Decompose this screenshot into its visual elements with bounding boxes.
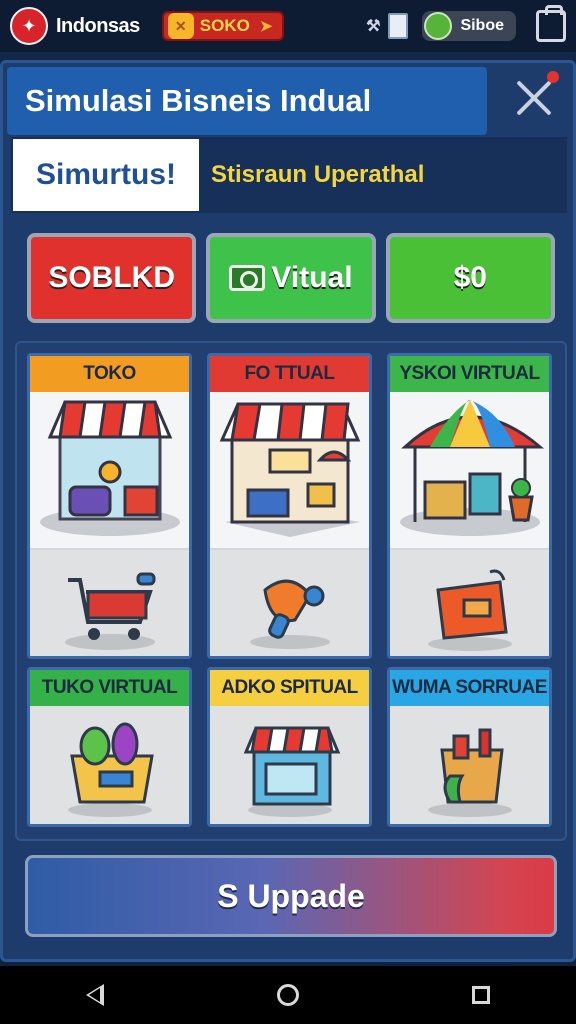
user-pill[interactable]: Siboe	[422, 11, 516, 41]
virtual-button[interactable]: Vitual	[206, 233, 376, 323]
back-icon[interactable]	[86, 984, 105, 1006]
produce-basket-icon	[30, 706, 189, 824]
grocery-bag-icon	[390, 706, 549, 824]
user-name: Siboe	[460, 17, 504, 34]
virtual-label: Vitual	[271, 261, 353, 294]
store-card-header: FO TTUAL	[210, 356, 369, 392]
cash-box-icon	[390, 550, 549, 656]
soblkd-label: SOBLKD	[48, 261, 175, 294]
shop-counter-icon	[210, 392, 369, 550]
tab-active[interactable]: Simurtus!	[13, 139, 199, 211]
user-avatar-icon	[424, 12, 453, 40]
store-card-header: TUKO VIRTUAL	[30, 670, 189, 706]
notification-dot	[547, 71, 559, 83]
store-card-header: WUMA SORRUAE	[390, 670, 549, 706]
upgrade-label: S Uppade	[217, 877, 365, 914]
store-card-tuko-virtual[interactable]: TUKO VIRTUAL	[27, 667, 192, 827]
hairdryer-icon	[210, 550, 369, 656]
store-card-header: YSKOI VIRTUAL	[390, 356, 549, 392]
store-card-header: TOKO	[30, 356, 189, 392]
top-status-bar: ✦ Indonsas ✕ SOKO ➤ ⚒ Siboe	[0, 0, 576, 52]
subtitle-row: Simurtus! Stisraun Uperathal	[11, 137, 567, 213]
close-button[interactable]	[513, 71, 559, 119]
bag-icon[interactable]	[536, 5, 566, 42]
shop-stall-icon	[30, 392, 189, 550]
shopping-cart-icon	[30, 550, 189, 656]
sim-icon	[388, 13, 409, 39]
soblkd-button[interactable]: SOBLKD	[27, 233, 197, 323]
store-card-adko-spitual[interactable]: ADKO SPITUAL	[207, 667, 372, 827]
store-card-toko[interactable]: TOKO	[27, 353, 192, 659]
signal-icon: ⚒	[366, 18, 381, 35]
add-currency-icon[interactable]: ➤	[260, 17, 273, 35]
store-card-wuma-sorruae[interactable]: WUMA SORRUAE	[387, 667, 552, 827]
camera-icon	[229, 265, 266, 291]
system-nav-bar	[0, 966, 576, 1024]
store-card-fottual[interactable]: FO TTUAL	[207, 353, 372, 659]
recents-icon[interactable]	[471, 986, 490, 1004]
action-buttons: SOBLKD Vitual $0	[27, 233, 555, 325]
tab-label: Simurtus!	[35, 158, 176, 191]
panel-title-bar: Simulasi Bisneis Indual	[7, 67, 487, 135]
balance-label: $0	[453, 261, 487, 294]
game-screen: ✦ Indonsas ✕ SOKO ➤ ⚒ Siboe Simulasi Bis…	[0, 0, 576, 1024]
panel-title: Simulasi Bisneis Indual	[25, 83, 372, 118]
balance-button[interactable]: $0	[385, 233, 555, 323]
panel-subtitle: Stisraun Uperathal	[211, 161, 425, 188]
market-umbrella-icon	[390, 392, 549, 550]
store-card-header: ADKO SPITUAL	[210, 670, 369, 706]
home-icon[interactable]	[276, 984, 299, 1006]
currency-pill[interactable]: ✕ SOKO ➤	[161, 11, 285, 41]
store-grid: TOKO FO TTUAL YSKOI VIRTUAL TUKO VIRTUAL…	[15, 341, 567, 841]
currency-label: SOKO	[199, 16, 250, 35]
upgrade-button[interactable]: S Uppade	[25, 855, 557, 937]
region-label: Indonsas	[56, 14, 140, 37]
flag-icon[interactable]: ✦	[10, 7, 48, 45]
store-card-yskoi[interactable]: YSKOI VIRTUAL	[387, 353, 552, 659]
coin-icon: ✕	[167, 13, 194, 39]
storefront-icon	[210, 706, 369, 824]
business-sim-panel: Simulasi Bisneis Indual Simurtus! Stisra…	[0, 60, 576, 962]
